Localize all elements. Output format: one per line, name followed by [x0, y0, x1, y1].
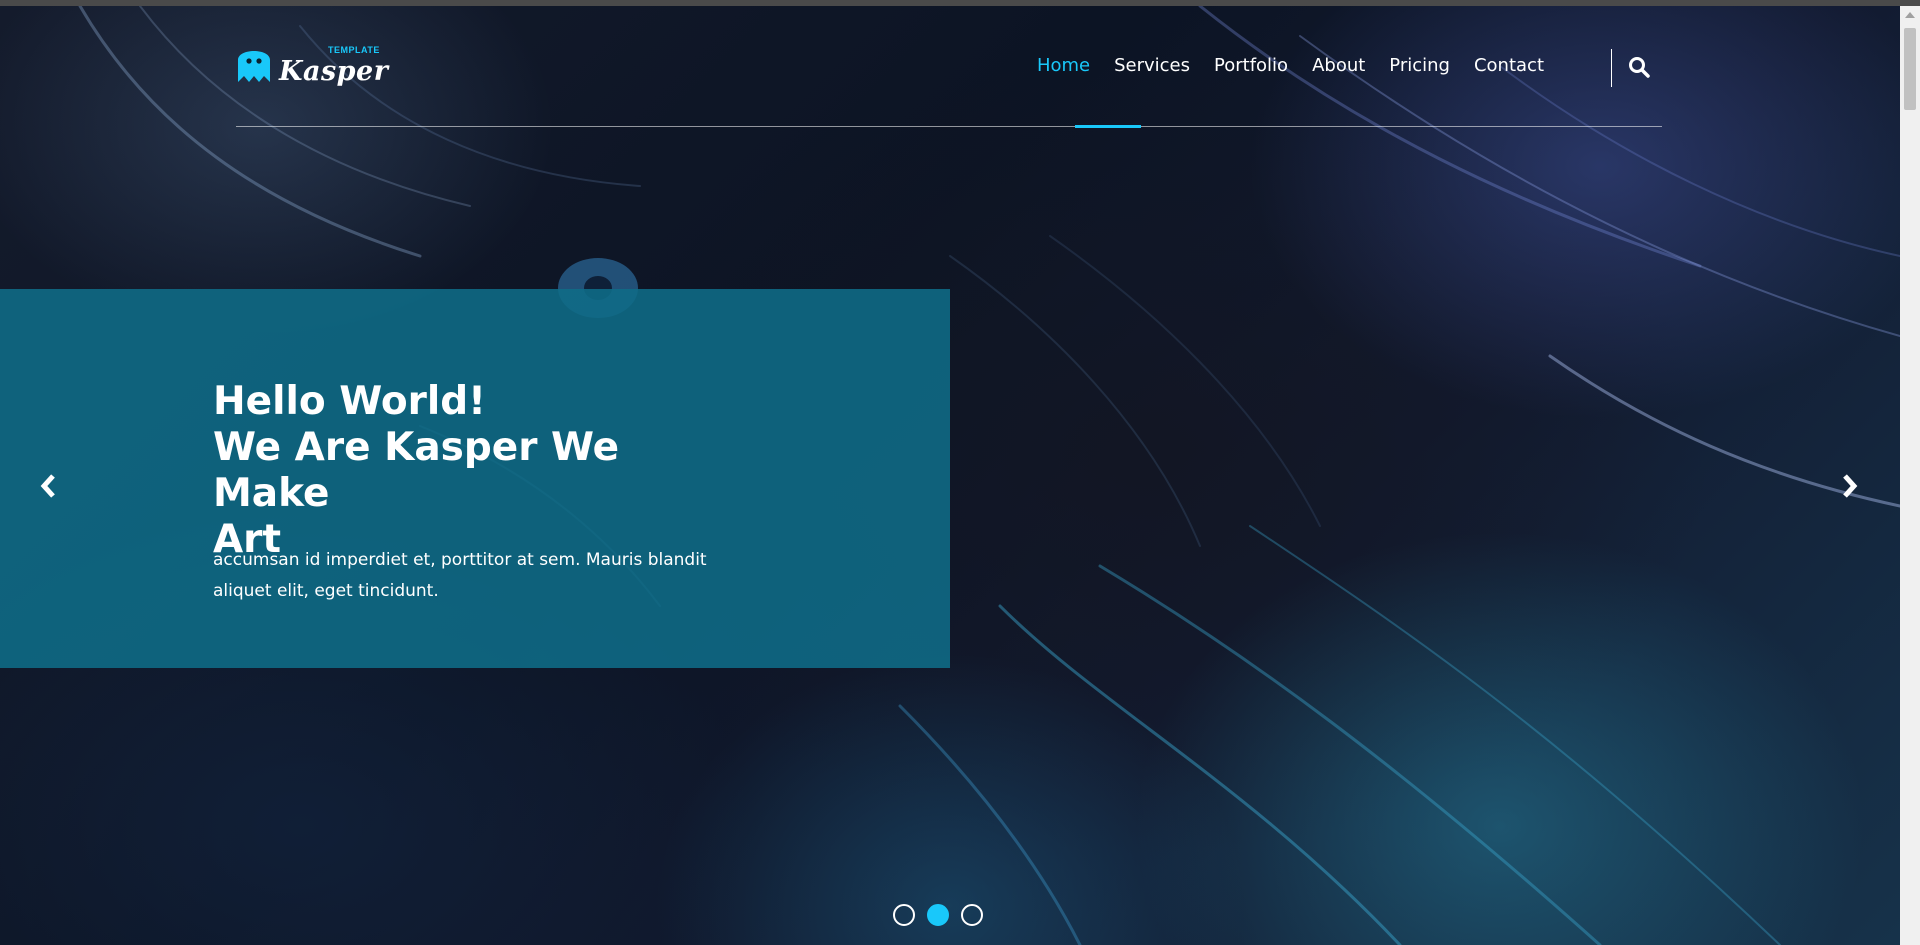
hero-slider: Hello World! We Are Kasper We Make Art a…: [0, 6, 1900, 945]
nav-link-home[interactable]: Home: [1025, 54, 1102, 78]
chevron-right-icon: [1843, 474, 1858, 498]
slide-heading-line-1: Hello World!: [213, 379, 486, 424]
slide-description: accumsan id imperdiet et, porttitor at s…: [213, 545, 733, 607]
search-button[interactable]: [1624, 52, 1654, 82]
carousel-indicators: [893, 904, 983, 926]
slide-description-line-2: aliquet elit, eget tincidunt.: [213, 581, 439, 601]
main-nav: Home Services Portfolio About Pricing Co…: [1025, 54, 1556, 78]
triangle-up-icon: [1905, 12, 1915, 18]
slide-heading: Hello World! We Are Kasper We Make Art: [213, 379, 733, 563]
active-nav-indicator: [1075, 125, 1141, 128]
carousel-next-button[interactable]: [1830, 466, 1870, 506]
ghost-icon: [238, 51, 270, 82]
kasper-logo[interactable]: TEMPLATE Kasper: [236, 42, 389, 88]
nav-link-about[interactable]: About: [1300, 54, 1377, 78]
carousel-indicator-2[interactable]: [927, 904, 949, 926]
nav-link-portfolio[interactable]: Portfolio: [1202, 54, 1300, 78]
logo-wordmark: Kasper: [279, 56, 389, 87]
carousel-prev-button[interactable]: [28, 466, 68, 506]
slide-caption-panel: Hello World! We Are Kasper We Make Art a…: [0, 289, 950, 668]
carousel-indicator-3[interactable]: [961, 904, 983, 926]
scroll-up-arrow[interactable]: [1900, 6, 1920, 24]
chevron-left-icon: [40, 474, 55, 498]
page-scrollbar[interactable]: [1900, 6, 1920, 945]
nav-separator: [1611, 49, 1612, 87]
nav-link-contact[interactable]: Contact: [1462, 54, 1556, 78]
slide-heading-line-2: We Are Kasper We Make: [213, 425, 620, 516]
header-divider: [236, 126, 1662, 127]
nav-link-services[interactable]: Services: [1102, 54, 1202, 78]
carousel-indicator-1[interactable]: [893, 904, 915, 926]
scrollbar-thumb[interactable]: [1904, 28, 1916, 110]
search-icon: [1629, 57, 1650, 78]
nav-link-pricing[interactable]: Pricing: [1377, 54, 1462, 78]
slide-description-line-1: accumsan id imperdiet et, porttitor at s…: [213, 550, 707, 570]
logo-tagline: TEMPLATE: [328, 45, 380, 55]
site-header: TEMPLATE Kasper Home Services Portfolio …: [236, 32, 1662, 128]
